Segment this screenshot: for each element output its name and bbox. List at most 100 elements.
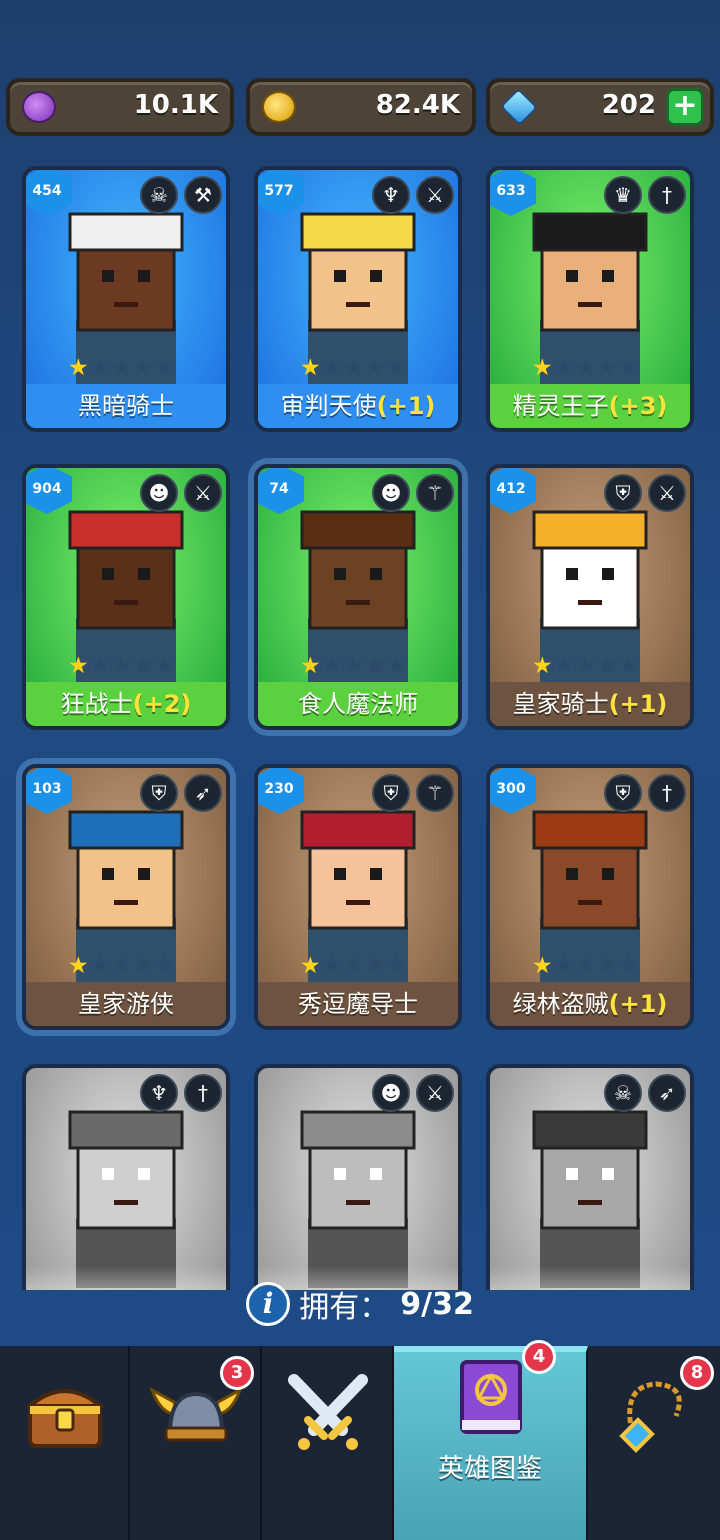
hero-card[interactable]: 74 ☻ ⚚ ★★★★★ 食人魔法师 [254, 464, 462, 730]
hero-card[interactable]: 412 ⛨ ⚔ ★★★★★ 皇家骑士(+1) [486, 464, 694, 730]
nav-item-codex[interactable]: 4 英雄图鉴 [394, 1340, 588, 1540]
hero-name: 皇家游侠 [78, 990, 174, 1018]
orc-icon: ☻ [140, 474, 178, 512]
hero-bonus: (+3) [608, 392, 668, 420]
star-icon: ★ [618, 653, 640, 679]
hero-name-bar: 皇家骑士(+1) [490, 682, 690, 726]
star-icon: ★ [300, 355, 321, 381]
star-icon: ★ [300, 653, 321, 679]
star-icon: ★ [575, 953, 596, 979]
sword-icon: ⚔ [648, 474, 686, 512]
star-icon: ★ [618, 355, 640, 381]
star-icon: ★ [532, 953, 553, 979]
hero-star-rating: ★★★★★ [532, 954, 640, 978]
hero-bonus: (+2) [132, 690, 192, 718]
star-icon: ★ [553, 355, 575, 381]
star-icon: ★ [596, 355, 618, 381]
hero-card[interactable]: 300 ⛨ † ★★★★★ 绿林盗贼(+1) [486, 764, 694, 1030]
star-icon: ★ [89, 355, 111, 381]
nav-item-battle[interactable] [262, 1346, 394, 1540]
demon-skull-icon: ☠ [604, 1074, 642, 1112]
hero-card[interactable]: 454 ☠ ⚒ ★★★★★ 黑暗骑士 [22, 166, 230, 432]
owned-value: 9/32 [400, 1286, 474, 1322]
hero-name: 皇家骑士 [512, 690, 609, 718]
hero-card[interactable]: 904 ☻ ⚔ ★★★★★ 狂战士(+2) [22, 464, 230, 730]
star-icon: ★ [532, 355, 553, 381]
viking-helmet-icon [149, 1386, 243, 1442]
hero-star-rating: ★★★★★ [300, 356, 408, 380]
treasure-chest-icon [26, 1389, 104, 1448]
star-icon: ★ [154, 355, 176, 381]
hero-bonus: (+1) [608, 690, 668, 718]
dagger-icon: † [184, 1074, 222, 1112]
demon-skull-icon: ☠ [140, 176, 178, 214]
star-icon: ★ [321, 653, 343, 679]
star-icon: ★ [343, 953, 364, 979]
knight-helmet-icon: ⛨ [140, 774, 178, 812]
star-icon: ★ [553, 653, 575, 679]
info-icon[interactable]: i [246, 1282, 291, 1326]
hammer-icon: ⚒ [184, 176, 222, 214]
star-icon: ★ [132, 953, 154, 979]
hero-card[interactable]: ♆ † [22, 1064, 230, 1290]
hero-name-bar: 食人魔法师 [258, 682, 458, 726]
nav-item-chest[interactable] [0, 1346, 130, 1540]
star-icon: ★ [596, 653, 618, 679]
star-icon: ★ [68, 355, 89, 381]
star-icon: ★ [321, 355, 343, 381]
heroes-notification-badge: 3 [220, 1356, 254, 1390]
star-icon: ★ [111, 355, 132, 381]
star-icon: ★ [111, 953, 132, 979]
hero-name: 秀逗魔导士 [298, 990, 418, 1018]
hero-card[interactable]: 633 ♛ † ★★★★★ 精灵王子(+3) [486, 166, 694, 432]
hero-name-bar: 绿林盗贼(+1) [490, 982, 690, 1026]
winged-angel-icon: ♆ [140, 1074, 178, 1112]
star-icon: ★ [68, 953, 89, 979]
winged-angel-icon: ♆ [372, 176, 410, 214]
sword-icon: ⚔ [416, 1074, 454, 1112]
hero-card[interactable]: 230 ⛨ ⚚ ★★★★★ 秀逗魔导士 [254, 764, 462, 1030]
star-icon: ★ [111, 653, 132, 679]
bow-icon: ➶ [648, 1074, 686, 1112]
hero-name: 精灵王子 [512, 392, 609, 420]
star-icon: ★ [364, 653, 386, 679]
amulet-icon [619, 1381, 682, 1453]
codex-notification-badge: 4 [522, 1340, 556, 1374]
star-icon: ★ [364, 355, 386, 381]
hero-name-bar: 秀逗魔导士 [258, 982, 458, 1026]
hero-star-rating: ★★★★★ [68, 356, 176, 380]
star-icon: ★ [89, 953, 111, 979]
hero-star-rating: ★★★★★ [300, 954, 408, 978]
star-icon: ★ [89, 653, 111, 679]
staff-icon: ⚚ [416, 774, 454, 812]
hero-bonus: (+1) [376, 392, 436, 420]
hero-card[interactable]: 577 ♆ ⚔ ★★★★★ 审判天使(+1) [254, 166, 462, 432]
nav-item-equipment[interactable]: 8 [588, 1346, 720, 1540]
hero-card[interactable]: ☻ ⚔ [254, 1064, 462, 1290]
sword-icon: ⚔ [184, 474, 222, 512]
star-icon: ★ [364, 953, 386, 979]
knight-helmet-icon: ⛨ [604, 474, 642, 512]
star-icon: ★ [553, 953, 575, 979]
hero-star-rating: ★★★★★ [68, 954, 176, 978]
hero-name: 绿林盗贼 [512, 990, 609, 1018]
nav-item-heroes[interactable]: 3 [130, 1346, 262, 1540]
equipment-notification-badge: 8 [680, 1356, 714, 1390]
hero-star-rating: ★★★★★ [68, 654, 176, 678]
star-icon: ★ [386, 355, 408, 381]
staff-icon: ⚚ [416, 474, 454, 512]
star-icon: ★ [300, 953, 321, 979]
hero-card[interactable]: 103 ⛨ ➶ ★★★★★ 皇家游侠 [22, 764, 230, 1030]
hero-name: 狂战士 [60, 690, 133, 718]
knight-helmet-icon: ⛨ [604, 774, 642, 812]
owned-count: i 拥有： 9/32 [0, 1282, 720, 1332]
hero-bonus: (+1) [608, 990, 668, 1018]
hero-card[interactable]: ☠ ➶ [486, 1064, 694, 1290]
sword-icon: ⚔ [416, 176, 454, 214]
bow-icon: ➶ [184, 774, 222, 812]
hero-name: 食人魔法师 [298, 690, 418, 718]
star-icon: ★ [132, 653, 154, 679]
crossed-swords-icon [288, 1374, 368, 1450]
spellbook-icon [460, 1360, 522, 1434]
hero-name-bar: 皇家游侠 [26, 982, 226, 1026]
